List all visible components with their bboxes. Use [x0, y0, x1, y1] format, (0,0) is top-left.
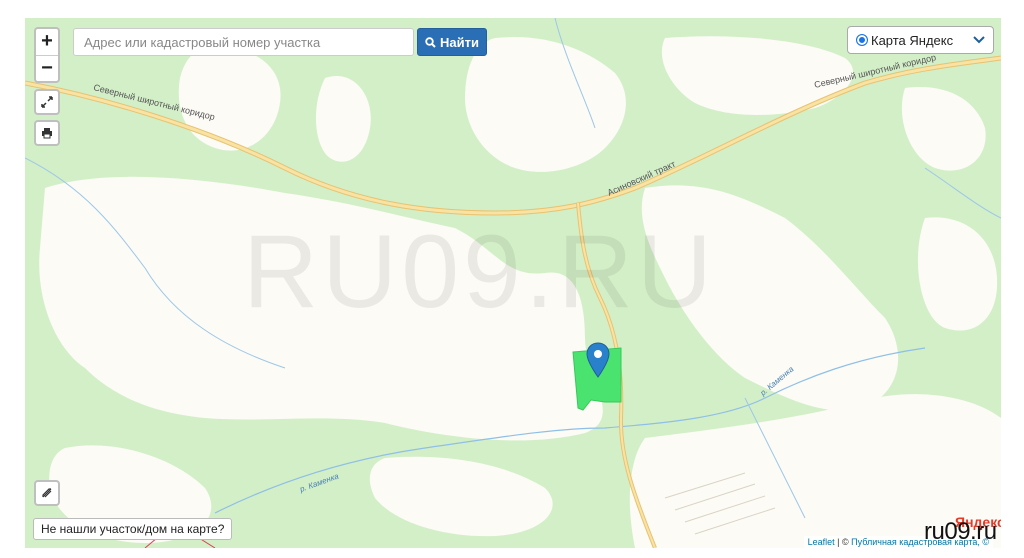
chevron-down-icon — [973, 36, 985, 44]
ruler-icon — [42, 488, 52, 498]
search-button-label: Найти — [440, 34, 479, 50]
zoom-in-button[interactable]: + — [36, 29, 58, 55]
print-icon — [42, 128, 52, 139]
layer-select[interactable]: Карта Яндекс — [847, 26, 994, 54]
search-button[interactable]: Найти — [417, 28, 487, 56]
search-input[interactable] — [73, 28, 414, 56]
print-button[interactable] — [34, 120, 60, 146]
leaflet-link[interactable]: Leaflet — [808, 537, 835, 547]
fullscreen-button[interactable] — [34, 89, 60, 115]
ruler-button[interactable] — [34, 480, 60, 506]
search-icon — [425, 36, 436, 48]
fullscreen-icon — [41, 96, 53, 108]
site-brand-watermark: ru09.ru — [924, 518, 997, 545]
layer-select-value: Карта Яндекс — [871, 32, 954, 48]
radio-selected-icon — [856, 34, 868, 46]
map-view[interactable]: Северный широтный коридор Северный широт… — [25, 18, 1001, 548]
attribution-separator: | © — [834, 537, 852, 547]
zoom-out-button[interactable]: − — [36, 55, 58, 82]
not-found-button[interactable]: Не нашли участок/дом на карте? — [33, 518, 233, 540]
location-marker-icon[interactable] — [586, 342, 610, 378]
zoom-control: + − — [34, 27, 60, 83]
watermark: RU09.RU — [243, 214, 716, 330]
